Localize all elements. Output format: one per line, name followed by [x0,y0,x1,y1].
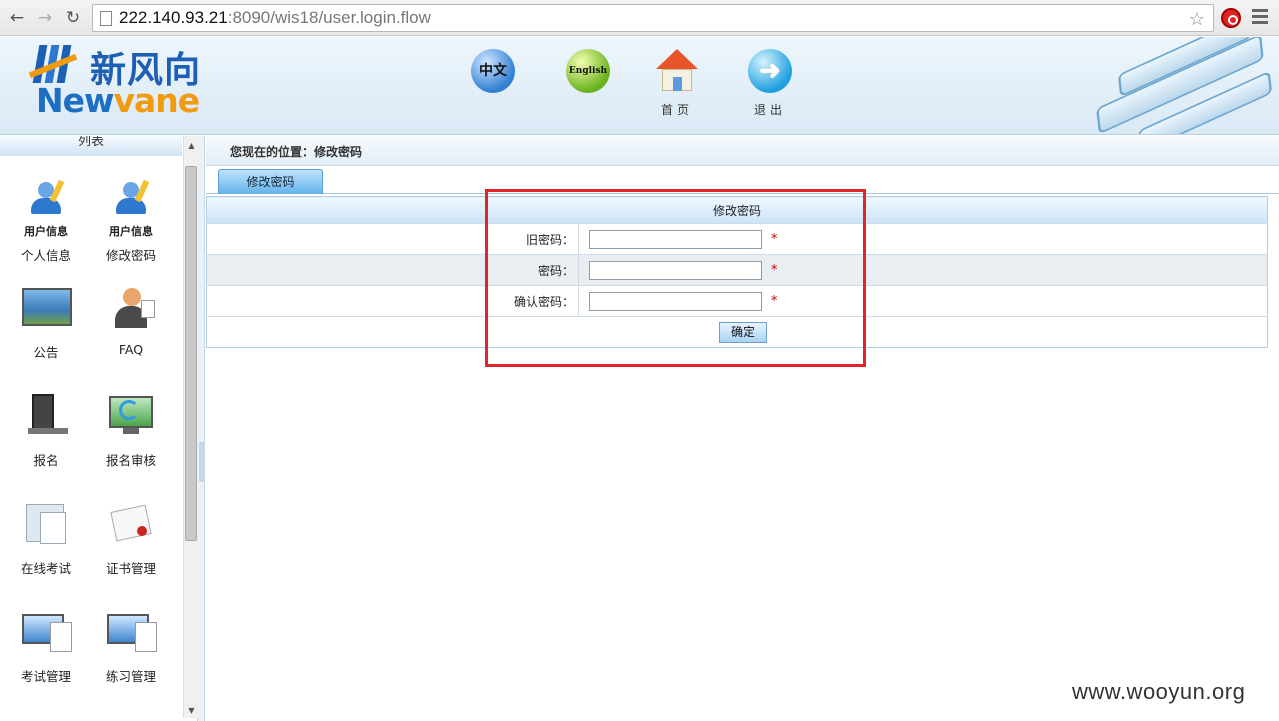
scroll-thumb[interactable] [185,166,197,541]
scroll-up-icon[interactable]: ▲ [184,138,199,153]
home-label: 首页 [660,103,693,117]
sidebar-item-label: 在线考试 [20,561,71,576]
monitor-refresh-icon [105,394,157,436]
menu-icon[interactable] [1252,9,1268,25]
confirm-password-label: 确认密码： [206,285,579,317]
certificate-icon [105,502,157,544]
tab-change-password[interactable]: 修改密码 [218,169,323,194]
old-password-label: 旧密码： [206,223,579,255]
main-content: 您现在的位置：修改密码 修改密码 修改密码 旧密码： * 密码： * 确认密码： [206,136,1279,721]
user-info-icon [105,179,157,222]
home-icon [655,49,699,93]
english-bubble-icon: English [566,49,610,93]
browser-toolbar: ← → ↻ 222.140.93.21:8090/wis18/user.logi… [0,0,1279,36]
logout-label: 退出 [753,103,786,117]
new-password-label: 密码： [206,254,579,286]
forward-icon[interactable]: → [34,7,56,29]
sidebar-item-change-password[interactable]: 用户信息 修改密码 [91,179,171,264]
collapse-handle[interactable] [199,442,204,482]
new-password-input[interactable] [589,260,762,280]
user-info-icon [20,179,72,222]
sidebar-item-online-exam[interactable]: 在线考试 [6,502,86,577]
scroll-down-icon[interactable]: ▼ [184,703,199,718]
extension-icon[interactable] [1221,8,1241,28]
breadcrumb: 您现在的位置：修改密码 [206,136,1279,166]
sidebar-item-sub: 用户信息 [109,225,153,238]
tab-bar: 修改密码 [206,166,1279,194]
logo-text-en: Newvane [36,81,200,120]
monitor-icon [20,286,72,328]
page-icon [100,11,112,26]
logout-button[interactable]: ➜ 退出 [740,49,800,119]
url-path: :8090/wis18/user.login.flow [227,8,431,27]
sidebar-item-registration-review[interactable]: 报名审核 [91,394,171,469]
person-icon [105,286,157,328]
sidebar-item-label: 修改密码 [105,248,156,263]
lang-chinese-button[interactable]: 中文 [463,49,523,119]
home-button[interactable]: 首页 [647,49,707,119]
folder-document-icon [20,502,72,544]
computer-document-icon [105,610,157,652]
sidebar-item-label: FAQ [118,342,144,357]
submit-button[interactable]: 确定 [719,321,767,343]
address-bar[interactable]: 222.140.93.21:8090/wis18/user.login.flow… [92,4,1214,32]
sidebar-item-announcement[interactable]: 公告 [6,286,86,361]
sidebar-item-exam-management[interactable]: 考试管理 [6,610,86,685]
old-password-input[interactable] [589,229,762,249]
sidebar-item-practice-management[interactable]: 练习管理 [91,610,171,685]
sidebar-item-certificate[interactable]: 证书管理 [91,502,171,577]
sidebar-item-sub: 用户信息 [24,225,68,238]
chinese-bubble-icon: 中文 [471,49,515,93]
sidebar-item-label: 个人信息 [20,248,71,263]
reload-icon[interactable]: ↻ [62,7,84,29]
exit-arrow-icon: ➜ [748,49,792,93]
computer-document-icon [20,610,72,652]
sidebar-item-label: 证书管理 [105,561,156,576]
sidebar-item-label: 报名 [33,453,59,468]
sidebar-item-label: 练习管理 [105,669,156,684]
sidebar-title: 列表 [0,136,182,156]
sidebar-splitter[interactable] [198,136,205,721]
sidebar-scrollbar[interactable]: ▲ ▼ [183,136,198,718]
back-icon[interactable]: ← [6,7,28,29]
change-password-form: 修改密码 旧密码： * 密码： * 确认密码： * 确定 [206,196,1268,348]
sidebar-item-registration[interactable]: 报名 [6,394,86,469]
sidebar: 列表 用户信息 个人信息 用户信息 修改密码 公告 FAQ 报名 报名审核 在线… [0,136,198,721]
lang-english-button[interactable]: English [558,49,618,119]
form-title: 修改密码 [206,196,1268,224]
sidebar-item-label: 报名审核 [105,453,156,468]
site-header: 新风向 Newvane 中文 English 首页 ➜ 退出 [0,37,1279,135]
watermark: www.wooyun.org [1072,679,1246,704]
logo-bars-icon [28,45,78,83]
confirm-password-input[interactable] [589,291,762,311]
sidebar-item-faq[interactable]: FAQ [91,286,171,357]
required-mark: * [770,262,778,278]
newvane-logo: 新风向 Newvane [28,41,218,121]
bookmark-star-icon[interactable]: ☆ [1189,6,1205,32]
header-arrows-decoration [1085,37,1279,134]
required-mark: * [770,293,778,309]
sidebar-item-label: 考试管理 [20,669,71,684]
computer-tower-icon [20,394,72,436]
url-host: 222.140.93.21 [119,8,228,27]
sidebar-item-personal-info[interactable]: 用户信息 个人信息 [6,179,86,264]
required-mark: * [770,231,778,247]
sidebar-item-label: 公告 [33,345,59,360]
